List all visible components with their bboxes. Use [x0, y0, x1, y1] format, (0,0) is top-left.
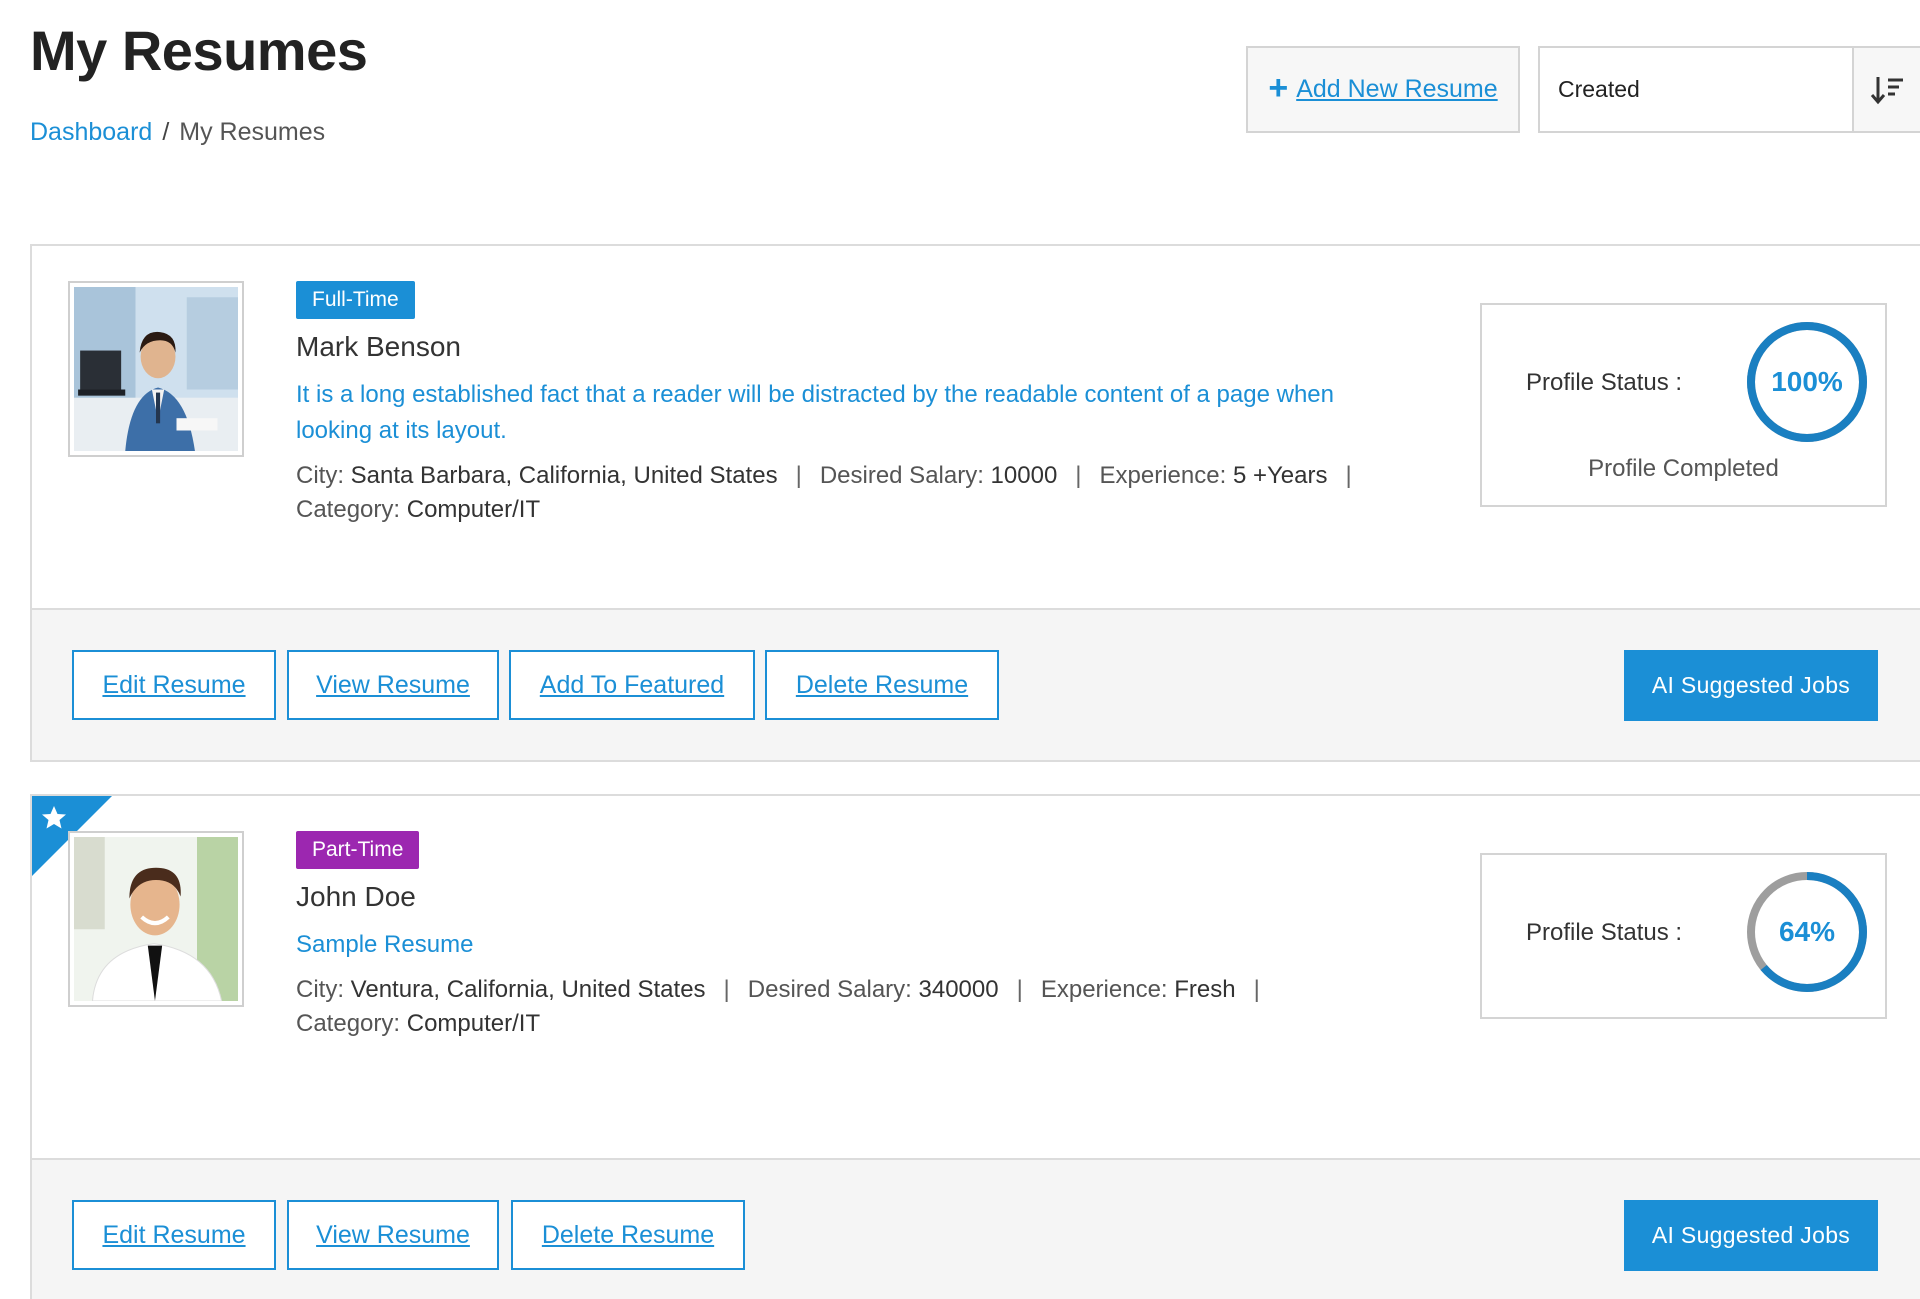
resume-description: Sample Resume — [296, 931, 474, 958]
avatar — [68, 831, 244, 1007]
job-type-badge: Part-Time — [296, 831, 420, 869]
delete-resume-button[interactable]: Delete Resume — [765, 650, 999, 720]
city-value: Santa Barbara, California, United States — [350, 462, 778, 489]
sort-selected-value: Created — [1558, 76, 1640, 102]
resume-info: Full-Time Mark Benson It is a long estab… — [296, 281, 1436, 527]
ai-suggested-jobs-button[interactable]: AI Suggested Jobs — [1624, 1200, 1878, 1271]
add-new-resume-label: Add New Resume — [1296, 75, 1498, 103]
sort-select[interactable]: Created — [1538, 46, 1854, 133]
salary-label: Desired Salary: — [819, 462, 984, 489]
category-label: Category: — [296, 496, 401, 523]
ai-suggested-jobs-button[interactable]: AI Suggested Jobs — [1624, 650, 1878, 721]
resume-meta: City: Santa Barbara, California, United … — [296, 459, 1436, 527]
profile-status-box: Profile Status : 64% — [1480, 853, 1887, 1019]
city-label: City: — [296, 976, 344, 1003]
salary-value: 10000 — [990, 462, 1058, 489]
meta-separator: | — [1345, 462, 1352, 489]
view-resume-button[interactable]: View Resume — [287, 650, 499, 720]
salary-value: 340000 — [918, 976, 999, 1003]
delete-resume-button[interactable]: Delete Resume — [511, 1200, 745, 1270]
profile-status-box: Profile Status : 100% Profile Completed — [1480, 303, 1887, 507]
resume-name[interactable]: John Doe — [296, 881, 1436, 913]
breadcrumb-dashboard-link[interactable]: Dashboard — [30, 118, 152, 146]
city-label: City: — [296, 462, 344, 489]
meta-separator: | — [1016, 976, 1023, 1003]
resume-meta: City: Ventura, California, United States… — [296, 973, 1436, 1041]
job-type-badge: Full-Time — [296, 281, 415, 319]
category-value: Computer/IT — [406, 1010, 541, 1037]
experience-label: Experience: — [1099, 462, 1227, 489]
edit-resume-button[interactable]: Edit Resume — [72, 1200, 276, 1270]
profile-percentage: 100% — [1771, 366, 1843, 397]
meta-separator: | — [1075, 462, 1082, 489]
resume-card: Full-Time Mark Benson It is a long estab… — [30, 244, 1920, 762]
meta-separator: | — [795, 462, 802, 489]
city-value: Ventura, California, United States — [350, 976, 706, 1003]
experience-value: 5 +Years — [1232, 462, 1328, 489]
resume-name[interactable]: Mark Benson — [296, 331, 1436, 363]
resume-card: Part-Time John Doe Sample Resume City: V… — [30, 794, 1920, 1299]
meta-separator: | — [1253, 976, 1260, 1003]
experience-value: Fresh — [1174, 976, 1236, 1003]
edit-resume-button[interactable]: Edit Resume — [72, 650, 276, 720]
profile-status-label: Profile Status : — [1526, 919, 1683, 946]
page-title: My Resumes — [30, 19, 368, 82]
profile-status-label: Profile Status : — [1526, 369, 1683, 396]
view-resume-button[interactable]: View Resume — [287, 1200, 499, 1270]
category-label: Category: — [296, 1010, 401, 1037]
plus-icon: + — [1268, 68, 1289, 107]
sort-descending-icon — [1870, 76, 1903, 104]
breadcrumb-separator: / — [162, 118, 170, 146]
resume-info: Part-Time John Doe Sample Resume City: V… — [296, 831, 1436, 1041]
avatar — [68, 281, 244, 457]
category-value: Computer/IT — [406, 496, 541, 523]
sort-order-button[interactable] — [1852, 46, 1920, 133]
profile-completed-note: Profile Completed — [1588, 455, 1779, 482]
resume-description: It is a long established fact that a rea… — [296, 381, 1334, 444]
profile-percentage: 64% — [1778, 916, 1836, 947]
meta-separator: | — [723, 976, 730, 1003]
experience-label: Experience: — [1040, 976, 1168, 1003]
add-to-featured-button[interactable]: Add To Featured — [509, 650, 755, 720]
breadcrumb-current: My Resumes — [179, 118, 326, 146]
add-new-resume-button[interactable]: + Add New Resume — [1246, 46, 1520, 133]
breadcrumb: Dashboard / My Resumes — [30, 118, 325, 147]
salary-label: Desired Salary: — [747, 976, 912, 1003]
